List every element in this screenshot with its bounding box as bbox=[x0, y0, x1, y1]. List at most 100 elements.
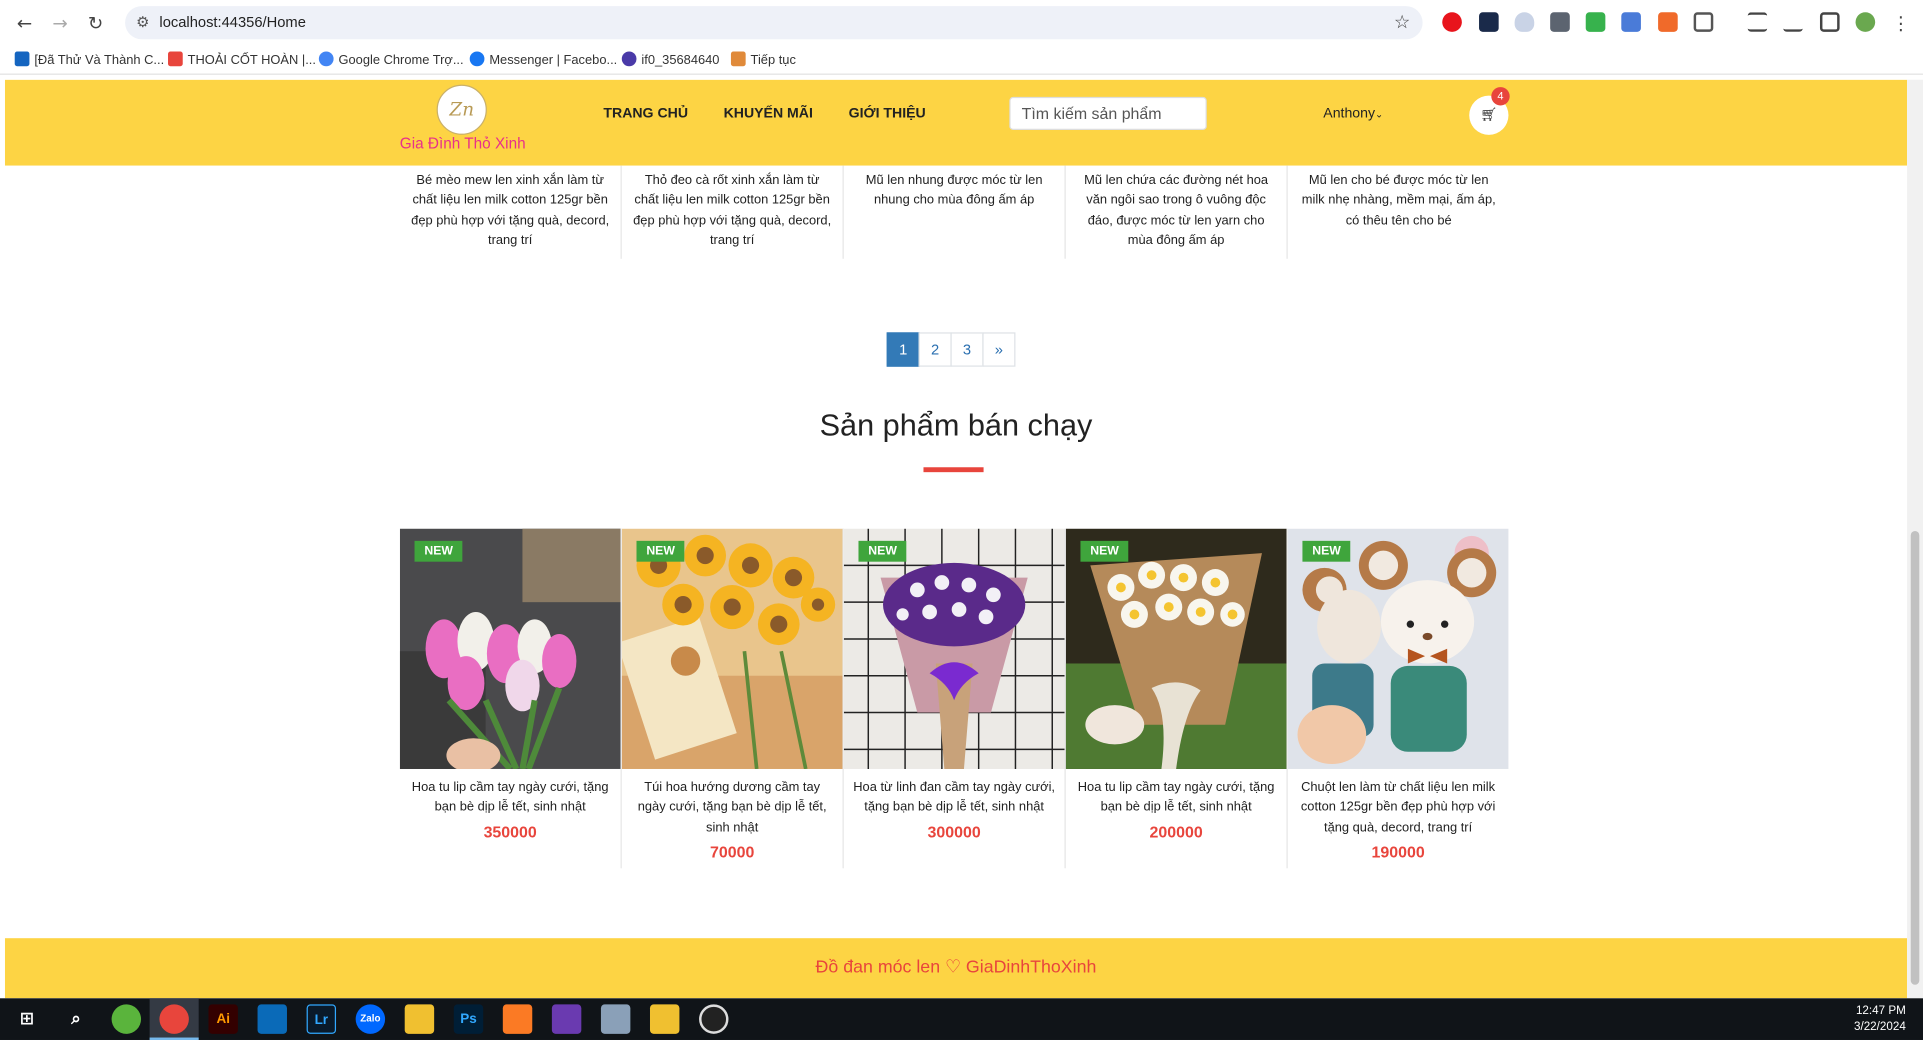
tulip-bouquet-image bbox=[399, 528, 621, 769]
menu-item-home[interactable]: TRANG CHỦ bbox=[603, 107, 688, 122]
product-description[interactable]: Mũ len nhung được móc từ len nhung cho m… bbox=[866, 173, 1043, 208]
vscode-icon[interactable] bbox=[257, 1004, 287, 1034]
menu-item-promotion[interactable]: KHUYẾN MÃI bbox=[724, 107, 813, 122]
new-badge: NEW bbox=[636, 540, 685, 562]
visual-studio-icon[interactable] bbox=[551, 1004, 582, 1034]
forward-arrow-icon[interactable]: → bbox=[48, 11, 73, 36]
product-price: 300000 bbox=[927, 822, 981, 842]
profile-avatar[interactable] bbox=[1855, 12, 1876, 32]
menu-item-about[interactable]: GIỚI THIỆU bbox=[849, 107, 926, 122]
scrollbar-thumb[interactable] bbox=[1910, 531, 1920, 985]
next-page-button[interactable]: » bbox=[982, 332, 1016, 367]
bookmark-star-icon[interactable]: ☆ bbox=[1394, 11, 1410, 33]
extension-icon[interactable] bbox=[1479, 12, 1499, 32]
product-name[interactable]: Túi hoa hướng dương cầm tay ngày cưới, t… bbox=[629, 778, 835, 838]
product-card[interactable]: Bé mèo mew len xinh xắn làm từ chất liệu… bbox=[400, 165, 622, 259]
reading-list-icon[interactable] bbox=[1747, 12, 1768, 32]
file-explorer-icon[interactable] bbox=[404, 1004, 435, 1034]
bookmark-item[interactable]: [Đã Thử Và Thành C... bbox=[14, 51, 164, 67]
bookmark-item[interactable]: Google Chrome Trợ... bbox=[318, 51, 464, 67]
translate-extension-icon[interactable] bbox=[1621, 12, 1641, 32]
browser-toolbar: ← → ↻ ⚙ localhost:44356/Home ☆ ⋮ bbox=[0, 0, 1923, 46]
sunflower-bag-image bbox=[621, 528, 843, 769]
extension-icon[interactable] bbox=[1550, 12, 1570, 32]
cart-count-badge: 4 bbox=[1491, 87, 1510, 106]
product-description[interactable]: Mũ len chứa các đường nét hoa văn ngôi s… bbox=[1084, 173, 1268, 248]
product-name[interactable]: Hoa tu lip cầm tay ngày cưới, tặng bạn b… bbox=[407, 778, 613, 818]
address-bar[interactable]: ⚙ localhost:44356/Home ☆ bbox=[125, 6, 1423, 40]
bestseller-card[interactable]: NEW Túi hoa hướng dương cầm tay ngày cướ… bbox=[621, 528, 844, 869]
pagination: 1 2 3 » bbox=[886, 332, 1016, 367]
bestseller-card[interactable]: NEW Hoa tu lip cầm tay ngày cưới, tặng b… bbox=[399, 528, 622, 869]
side-panel-icon[interactable] bbox=[1819, 12, 1840, 32]
remote-desktop-icon[interactable] bbox=[600, 1004, 631, 1034]
product-description[interactable]: Bé mèo mew len xinh xắn làm từ chất liệu… bbox=[411, 173, 609, 248]
page-viewport: Zn Gia Đình Thỏ Xinh TRANG CHỦ KHUYẾN MÃ… bbox=[4, 79, 1908, 999]
logo-text[interactable]: Gia Đình Thỏ Xinh bbox=[400, 135, 526, 152]
product-card[interactable]: Mũ len cho bé được móc từ len milk nhẹ n… bbox=[1288, 166, 1510, 259]
page-button-2[interactable]: 2 bbox=[918, 332, 952, 367]
windows-start-icon[interactable]: ⊞ bbox=[12, 1004, 41, 1033]
extension-icon[interactable] bbox=[1585, 12, 1606, 32]
product-price: 70000 bbox=[709, 842, 755, 861]
bookmark-item[interactable]: Messenger | Facebo... bbox=[469, 51, 617, 67]
product-image[interactable]: NEW bbox=[1065, 528, 1287, 769]
product-image[interactable]: NEW bbox=[1287, 528, 1509, 769]
bookmarks-bar: [Đã Thử Và Thành C... THOẢI CỐT HOÀN |..… bbox=[0, 45, 1923, 75]
product-image[interactable]: NEW bbox=[621, 528, 843, 769]
illustrator-icon[interactable]: Ai bbox=[208, 1004, 238, 1034]
bookmark-item[interactable]: if0_35684640 bbox=[621, 51, 719, 67]
clock-date: 3/22/2024 bbox=[1853, 1020, 1906, 1034]
product-description[interactable]: Thỏ đeo cà rốt xinh xắn làm từ chất liệu… bbox=[633, 173, 831, 248]
product-description[interactable]: Mũ len cho bé được móc từ len milk nhẹ n… bbox=[1302, 173, 1496, 228]
bookmark-item[interactable]: THOẢI CỐT HOÀN |... bbox=[168, 51, 316, 67]
chrome-icon[interactable] bbox=[159, 1004, 189, 1034]
menu-dots-icon[interactable]: ⋮ bbox=[1889, 11, 1914, 36]
system-clock[interactable]: 12:47 PM 3/22/2024 bbox=[1854, 1003, 1906, 1035]
download-icon[interactable] bbox=[1783, 12, 1803, 32]
page-button-1[interactable]: 1 bbox=[886, 332, 920, 367]
search-input[interactable] bbox=[1009, 96, 1207, 130]
product-name[interactable]: Chuột len làm từ chất liệu len milk cott… bbox=[1295, 778, 1501, 838]
logo-image[interactable]: Zn bbox=[436, 84, 487, 135]
product-price: 350000 bbox=[483, 822, 537, 842]
product-name[interactable]: Hoa từ linh đan cầm tay ngày cưới, tặng … bbox=[851, 778, 1057, 818]
product-price: 200000 bbox=[1149, 822, 1203, 842]
user-dropdown[interactable]: Anthony⌄ bbox=[1323, 107, 1383, 122]
extensions-puzzle-icon[interactable] bbox=[1693, 12, 1714, 32]
product-image[interactable]: NEW bbox=[843, 528, 1065, 769]
clock-time: 12:47 PM bbox=[1855, 1004, 1906, 1018]
product-name[interactable]: Hoa tu lip cầm tay ngày cưới, tặng bạn b… bbox=[1073, 778, 1279, 818]
back-arrow-icon[interactable]: ← bbox=[12, 11, 37, 36]
bestseller-card[interactable]: NEW Hoa từ linh đan cầm tay ngày cưới, t… bbox=[843, 528, 1066, 869]
blend-icon[interactable] bbox=[649, 1004, 680, 1034]
xampp-icon[interactable] bbox=[502, 1004, 533, 1034]
shield-extension-icon[interactable] bbox=[1514, 12, 1535, 32]
lightroom-icon[interactable]: Lr bbox=[306, 1004, 337, 1034]
product-card[interactable]: Thỏ đeo cà rốt xinh xắn làm từ chất liệu… bbox=[622, 165, 844, 259]
search-icon[interactable]: ⌕ bbox=[61, 1004, 90, 1033]
google-favicon-icon bbox=[318, 51, 334, 67]
new-badge: NEW bbox=[414, 540, 463, 562]
new-badge: NEW bbox=[1302, 540, 1351, 562]
opera-extension-icon[interactable] bbox=[1442, 12, 1462, 32]
extension-icon[interactable] bbox=[1658, 12, 1678, 32]
bookmark-item[interactable]: Tiếp tục bbox=[730, 51, 796, 67]
obs-icon[interactable] bbox=[699, 1004, 729, 1034]
product-card[interactable]: Mũ len chứa các đường nét hoa văn ngôi s… bbox=[1066, 165, 1288, 259]
reload-icon[interactable]: ↻ bbox=[83, 11, 108, 36]
zalo-icon[interactable]: Zalo bbox=[355, 1004, 386, 1034]
chevron-down-icon: ⌄ bbox=[1375, 109, 1384, 121]
page-button-3[interactable]: 3 bbox=[950, 332, 984, 367]
site-info-icon[interactable]: ⚙ bbox=[136, 13, 149, 30]
url-text[interactable]: localhost:44356/Home bbox=[159, 13, 305, 30]
violet-bouquet-image bbox=[843, 528, 1065, 769]
bestseller-card[interactable]: NEW Chuột len làm từ chất liệu len milk … bbox=[1287, 528, 1510, 869]
new-badge: NEW bbox=[858, 540, 907, 562]
page-scrollbar[interactable] bbox=[1907, 79, 1923, 999]
photoshop-icon[interactable]: Ps bbox=[453, 1004, 484, 1034]
edge-dev-icon[interactable] bbox=[111, 1004, 142, 1034]
product-image[interactable]: NEW bbox=[399, 528, 621, 769]
bestseller-card[interactable]: NEW Hoa tu lip cầm tay ngày cưới, tặng b… bbox=[1065, 528, 1288, 869]
product-card[interactable]: Mũ len nhung được móc từ len nhung cho m… bbox=[844, 165, 1066, 259]
